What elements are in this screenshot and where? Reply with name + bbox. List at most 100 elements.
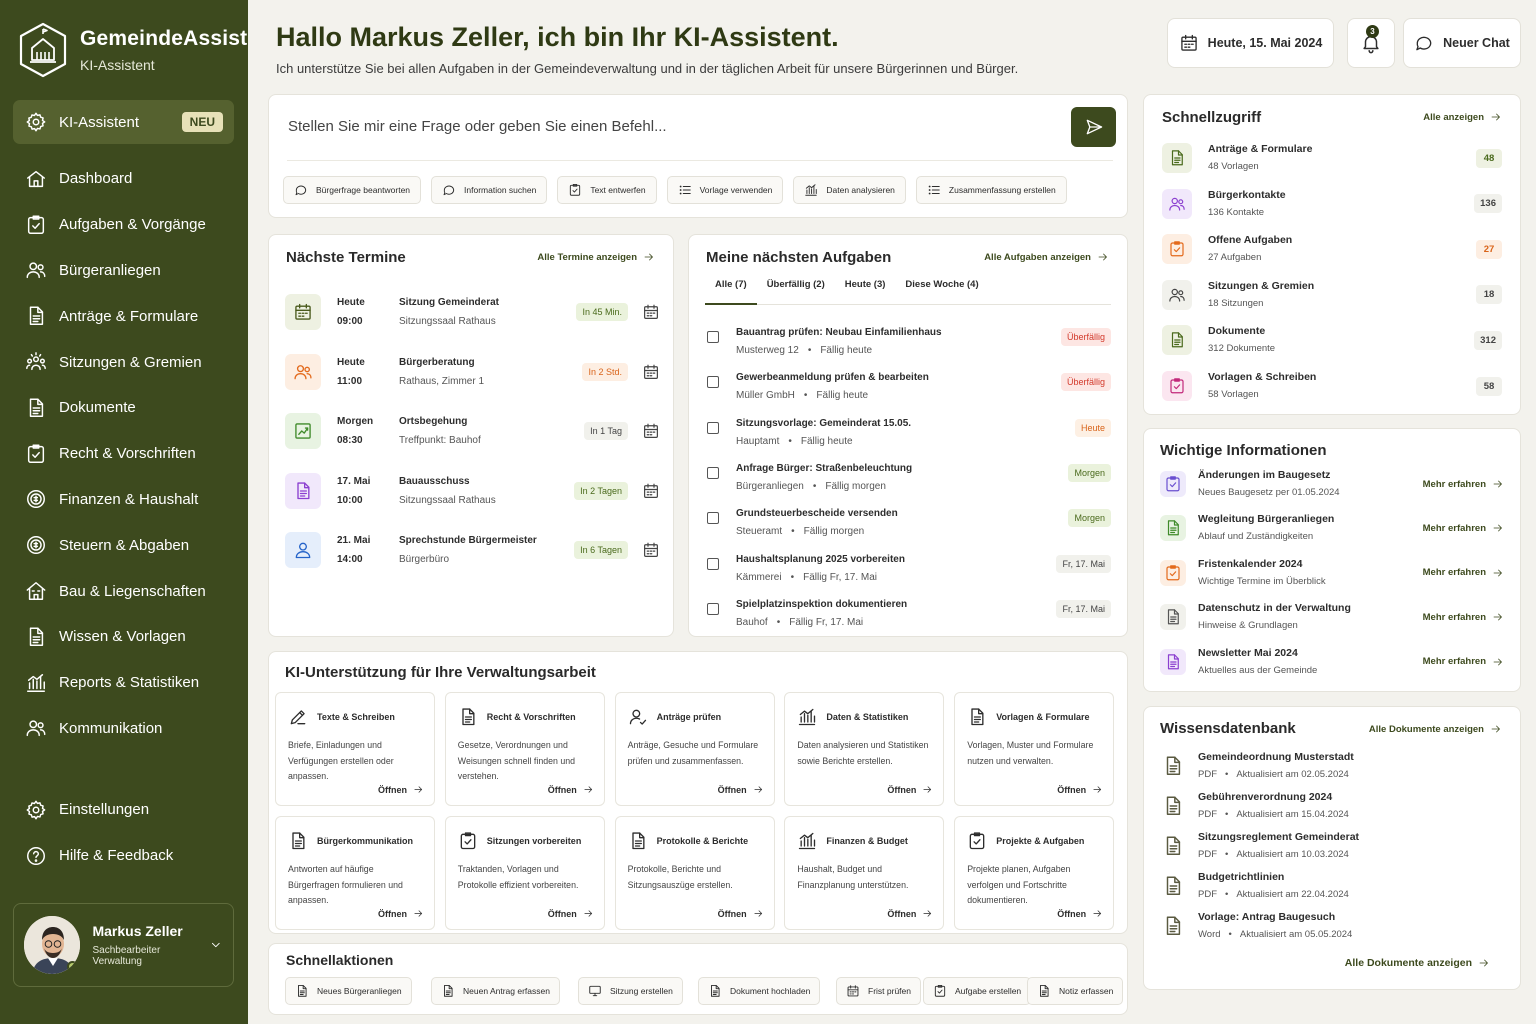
knowledge-doc-row[interactable]: Budgetrichtlinien PDF • Aktualisiert am 22.… [1162,866,1502,906]
ki-tile-open-link[interactable]: Öffnen [887,908,933,919]
sidebar-item-finanzen-haushalt[interactable]: Finanzen & Haushalt [13,477,234,523]
sidebar-item-bau-liegenschaften[interactable]: Bau & Liegenschaften [13,568,234,614]
quick-action-notiz-erfassen[interactable]: Notiz erfassen [1027,977,1124,1005]
task-row[interactable]: Grundsteuerbescheide versenden Steueramt •… [707,505,1111,545]
calendar-icon[interactable] [642,422,660,440]
sidebar-item-dokumente[interactable]: Dokumente [13,385,234,431]
task-row[interactable]: Anfrage Bürger: Straßenbeleuchtung Bürger… [707,460,1111,500]
task-checkbox[interactable] [707,331,719,343]
ki-tile-open-link[interactable]: Öffnen [548,784,594,795]
quick-action-dokument-hochladen[interactable]: Dokument hochladen [698,977,821,1005]
learn-more-link[interactable]: Mehr erfahren [1423,656,1504,668]
task-checkbox[interactable] [707,376,719,389]
sidebar-item-recht-vorschriften[interactable]: Recht & Vorschriften [13,431,234,477]
task-row[interactable]: Spielplatzinspektion dokumentieren Bauhof… [707,596,1111,636]
ki-tile-open-link[interactable]: Öffnen [887,784,933,795]
all-documents-footer-link[interactable]: Alle Dokumente anzeigen [1345,957,1490,969]
quick-access-offene-aufgaben[interactable]: Offene Aufgaben 27 Aufgaben 27 [1162,226,1502,272]
task-checkbox[interactable] [707,421,719,434]
task-checkbox[interactable] [707,557,719,570]
info-item-wegleitung-buergeranliegen[interactable]: Wegleitung Bürgeranliegen Ablauf und Zust… [1160,506,1504,550]
chevron-down-icon[interactable] [209,938,223,952]
sidebar-item-antraege-formulare[interactable]: Anträge & Formulare [13,293,234,339]
calendar-icon[interactable] [642,541,660,559]
chip-information-suchen[interactable]: Information suchen [431,176,548,204]
ki-tile-sitzungen-vorbereiten[interactable]: Sitzungen vorbereiten Traktanden, Vorlage… [444,816,605,930]
sidebar-item-steuern-abgaben[interactable]: Steuern & Abgaben [13,522,234,568]
quick-access-sitzungen-gremien[interactable]: Sitzungen & Gremien 18 Sitzungen 18 [1162,272,1502,318]
calendar-icon[interactable] [642,303,660,321]
ki-tile-antraege-pruefen[interactable]: Anträge prüfen Anträge, Gesuche und Formu… [614,692,775,806]
ki-tile-recht-vorschriften[interactable]: Recht & Vorschriften Gesetze, Verordnunge… [444,692,605,806]
info-item-aenderungen-im-baugesetz[interactable]: Änderungen im Baugesetz Neues Baugesetz p… [1160,462,1504,506]
task-row[interactable]: Haushaltsplanung 2025 vorbereiten Kämmere… [707,551,1111,591]
all-tasks-link[interactable]: Alle Aufgaben anzeigen [984,251,1109,263]
date-button[interactable]: Heute, 15. Mai 2024 [1167,18,1334,68]
chip-zusammenfassung-erstellen[interactable]: Zusammenfassung erstellen [915,176,1067,204]
task-checkbox[interactable] [707,512,719,525]
task-row[interactable]: Gewerbeanmeldung prüfen & bearbeiten Müll… [707,369,1111,409]
quick-access-vorlagen-schreiben[interactable]: Vorlagen & Schreiben 58 Vorlagen 58 [1162,363,1502,409]
chip-vorlage-verwenden[interactable]: Vorlage verwenden [666,176,784,204]
info-item-fristenkalender-2024[interactable]: Fristenkalender 2024 Wichtige Termine im … [1160,551,1504,595]
sidebar-item-kommunikation[interactable]: Kommunikation [13,706,234,752]
tab-diese-woche-4[interactable]: Diese Woche (4) [895,279,988,305]
all-documents-link[interactable]: Alle Dokumente anzeigen [1369,723,1502,735]
sidebar-item-buergeranliegen[interactable]: Bürgeranliegen [13,248,234,294]
app-logo[interactable]: GemeindeAssist KI-Assistent [18,22,247,78]
sidebar-item-hilfe-feedback[interactable]: Hilfe & Feedback [13,833,234,879]
info-item-datenschutz-in-der-verwaltung[interactable]: Datenschutz in der Verwaltung Hinweise & … [1160,595,1504,639]
sidebar-item-aufgaben-vorgaenge[interactable]: Aufgaben & Vorgänge [13,202,234,248]
quick-access-buergerkontakte[interactable]: Bürgerkontakte 136 Kontakte 136 [1162,181,1502,227]
appointment-row[interactable]: Morgen 08:30 Ortsbegehung Treffpunkt: Bauho… [285,406,660,456]
send-button[interactable] [1071,107,1116,147]
sidebar-item-dashboard[interactable]: Dashboard [13,156,234,202]
ki-tile-daten-statistiken[interactable]: Daten & Statistiken Daten analysieren und… [784,692,945,806]
ki-tile-texte-schreiben[interactable]: Texte & Schreiben Briefe, Einladungen und… [275,692,435,806]
appointment-row[interactable]: 21. Mai 14:00 Sprechstunde Bürgermeister Bü… [285,525,660,575]
calendar-icon[interactable] [642,363,660,381]
task-row[interactable]: Bauantrag prüfen: Neubau Einfamilienhaus… [707,324,1111,364]
learn-more-link[interactable]: Mehr erfahren [1423,567,1504,579]
calendar-icon[interactable] [642,482,660,500]
knowledge-doc-row[interactable]: Vorlage: Antrag Baugesuch Word • Aktualisie… [1162,906,1502,946]
ki-tile-protokolle-berichte[interactable]: Protokolle & Berichte Protokolle, Bericht… [614,816,775,930]
ki-tile-finanzen-budget[interactable]: Finanzen & Budget Haushalt, Budget und Fi… [784,816,945,930]
ki-tile-buergerkommunikation[interactable]: Bürgerkommunikation Antworten auf häufige… [275,816,435,930]
ki-tile-projekte-aufgaben[interactable]: Projekte & Aufgaben Projekte planen, Aufg… [954,816,1115,930]
chip-buergerfrage-beantworten[interactable]: Bürgerfrage beantworten [283,176,422,204]
ki-tile-open-link[interactable]: Öffnen [548,908,594,919]
info-item-newsletter-mai-2024[interactable]: Newsletter Mai 2024 Aktuelles aus der Gem… [1160,640,1504,684]
task-checkbox[interactable] [707,602,719,615]
ki-tile-open-link[interactable]: Öffnen [718,908,764,919]
show-all-link[interactable]: Alle anzeigen [1423,111,1502,123]
appointment-row[interactable]: Heute 09:00 Sitzung Gemeinderat Sitzungssaa… [285,287,660,337]
tab-alle-7[interactable]: Alle (7) [705,279,757,305]
learn-more-link[interactable]: Mehr erfahren [1423,611,1504,623]
sidebar-item-einstellungen[interactable]: Einstellungen [13,787,234,833]
task-row[interactable]: Sitzungsvorlage: Gemeinderat 15.05. Haupt… [707,415,1111,455]
sidebar-item-ki-assistent[interactable]: KI-Assistent NEU [13,100,234,144]
ki-tile-open-link[interactable]: Öffnen [1057,908,1103,919]
chip-daten-analysieren[interactable]: Daten analysieren [793,176,906,204]
ki-tile-open-link[interactable]: Öffnen [1057,784,1103,795]
quick-access-dokumente[interactable]: Dokumente 312 Dokumente 312 [1162,317,1502,363]
sidebar-item-reports-statistiken[interactable]: Reports & Statistiken [13,660,234,706]
ki-tile-vorlagen-formulare[interactable]: Vorlagen & Formulare Vorlagen, Muster und… [954,692,1115,806]
learn-more-link[interactable]: Mehr erfahren [1423,522,1504,534]
ki-tile-open-link[interactable]: Öffnen [718,784,764,795]
quick-action-neuen-antrag-erfassen[interactable]: Neuen Antrag erfassen [431,977,560,1005]
knowledge-doc-row[interactable]: Sitzungsreglement Gemeinderat PDF • Aktuali… [1162,826,1502,866]
quick-access-antraege-formulare[interactable]: Anträge & Formulare 48 Vorlagen 48 [1162,135,1502,181]
tab-ueberfaellig-2[interactable]: Überfällig (2) [757,279,835,305]
appointment-row[interactable]: Heute 11:00 Bürgerberatung Rathaus, Zimmer … [285,347,660,397]
sidebar-item-wissen-vorlagen[interactable]: Wissen & Vorlagen [13,614,234,660]
ki-tile-open-link[interactable]: Öffnen [378,784,424,795]
sidebar-item-sitzungen-gremien[interactable]: Sitzungen & Gremien [13,339,234,385]
quick-action-sitzung-erstellen[interactable]: Sitzung erstellen [578,977,683,1005]
appointment-row[interactable]: 17. Mai 10:00 Bauausschuss Sitzungssaal Rat… [285,466,660,516]
notifications-button[interactable]: 3 [1347,18,1395,68]
learn-more-link[interactable]: Mehr erfahren [1423,478,1504,490]
task-checkbox[interactable] [707,466,719,479]
new-chat-button[interactable]: Neuer Chat [1403,18,1521,68]
